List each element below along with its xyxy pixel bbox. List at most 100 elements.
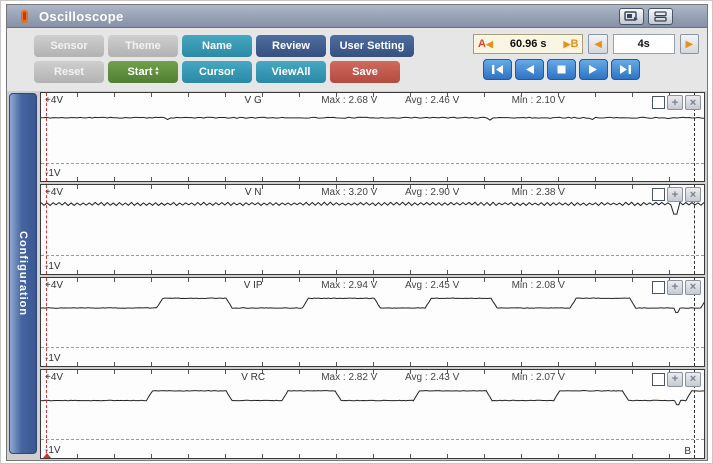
tick-marks-bottom (41, 270, 704, 274)
review-button[interactable]: Review (256, 35, 326, 57)
time-controls: A◀ 60.96 s ▶B ◀ 4s ▶ (473, 34, 699, 80)
channel-checkbox[interactable] (652, 96, 665, 109)
avg-value: Avg : 2.43 V (405, 372, 459, 383)
monitor-icon (624, 11, 639, 22)
channel-controls: + × (652, 280, 701, 295)
top-voltage-label: +4V (45, 187, 63, 198)
start-spinner-icon: ▴▾ (156, 67, 159, 77)
app-icon (19, 9, 30, 24)
channel-close-button[interactable]: × (685, 187, 701, 202)
skip-start-icon (491, 64, 504, 75)
rewind-button[interactable] (515, 59, 544, 80)
max-value: Max : 2.82 V (321, 372, 377, 383)
top-voltage-label: +4V (45, 280, 63, 291)
stop-button[interactable] (547, 59, 576, 80)
channel-expand-button[interactable]: + (667, 280, 683, 295)
channel-close-button[interactable]: × (685, 372, 701, 387)
channel-expand-button[interactable]: + (667, 372, 683, 387)
channel-expand-button[interactable]: + (667, 95, 683, 110)
channel-controls: + × (652, 372, 701, 387)
channel-checkbox[interactable] (652, 281, 665, 294)
ab-duration-field[interactable]: A◀ 60.96 s ▶B (473, 34, 583, 54)
skip-to-end-button[interactable] (611, 59, 640, 80)
channel-controls: + × (652, 187, 701, 202)
channel-close-button[interactable]: × (685, 95, 701, 110)
ab-duration-value: 60.96 s (510, 38, 547, 50)
skip-end-icon (619, 64, 632, 75)
channel-panel-vip: +4V V IP Max : 2.94 V Avg : 2.45 V Min :… (40, 277, 705, 367)
app-window: Oscilloscope Sensor Theme Name R (6, 4, 708, 461)
start-button-label: Start (127, 66, 152, 78)
zero-voltage-gridline (41, 439, 704, 440)
channel-name: V G (245, 95, 262, 106)
stacked-bars-icon (654, 11, 667, 22)
channel-close-button[interactable]: × (685, 280, 701, 295)
layout-window-button[interactable] (648, 8, 673, 25)
tick-marks-bottom (41, 177, 704, 181)
avg-value: Avg : 2.90 V (405, 187, 459, 198)
top-voltage-label: +4V (45, 95, 63, 106)
capture-window-button[interactable] (619, 8, 644, 25)
cursor-b-label: B (684, 446, 691, 457)
screenshot-margin: Oscilloscope Sensor Theme Name R (0, 0, 713, 464)
stop-icon (557, 65, 566, 74)
start-button[interactable]: Start ▴▾ (108, 61, 178, 83)
bottom-voltage-label: -1V (45, 168, 61, 179)
marker-b-group: ▶B (564, 38, 579, 50)
zero-voltage-gridline (41, 347, 704, 348)
reset-button[interactable]: Reset (34, 61, 104, 83)
marker-a-label: A (478, 38, 486, 50)
channel-name: V RC (241, 372, 265, 383)
window-increase-button[interactable]: ▶ (680, 34, 699, 54)
max-value: Max : 2.94 V (321, 280, 377, 291)
window-size-field[interactable]: 4s (613, 34, 675, 54)
min-value: Min : 2.07 V (512, 372, 565, 383)
theme-button[interactable]: Theme (108, 35, 178, 57)
user-setting-button[interactable]: User Setting (330, 35, 414, 57)
marker-a-arrow-icon: ◀ (486, 39, 493, 49)
time-range-row: A◀ 60.96 s ▶B ◀ 4s ▶ (473, 34, 699, 54)
viewall-button[interactable]: ViewAll (256, 61, 326, 83)
channel-expand-button[interactable]: + (667, 187, 683, 202)
window-decrease-button[interactable]: ◀ (588, 34, 607, 54)
rewind-icon (524, 64, 535, 75)
channel-controls: + × (652, 95, 701, 110)
play-button[interactable] (579, 59, 608, 80)
channel-panel-vrc: +4V V RC Max : 2.82 V Avg : 2.43 V Min :… (40, 369, 705, 459)
waveform-trace (41, 278, 704, 366)
tick-marks-bottom (41, 454, 704, 458)
skip-to-start-button[interactable] (483, 59, 512, 80)
max-value: Max : 2.68 V (321, 95, 377, 106)
name-button[interactable]: Name (182, 35, 252, 57)
configuration-tab[interactable]: Configuration (9, 93, 37, 454)
channel-checkbox[interactable] (652, 373, 665, 386)
channel-panels: +4V V G Max : 2.68 V Avg : 2.46 V Min : … (40, 92, 705, 459)
tick-marks-bottom (41, 362, 704, 366)
marker-a-group: A◀ (478, 38, 493, 50)
window-controls (619, 8, 673, 25)
waveform-trace (41, 370, 704, 458)
channel-name: V IP (244, 280, 263, 291)
zero-voltage-gridline (41, 255, 704, 256)
avg-value: Avg : 2.45 V (405, 280, 459, 291)
transport-controls (483, 59, 699, 80)
channel-checkbox[interactable] (652, 188, 665, 201)
bottom-voltage-label: -1V (45, 261, 61, 272)
window-title: Oscilloscope (39, 9, 124, 24)
title-bar: Oscilloscope (7, 5, 707, 28)
min-value: Min : 2.08 V (512, 280, 565, 291)
sensor-button[interactable]: Sensor (34, 35, 104, 57)
save-button[interactable]: Save (330, 61, 400, 83)
scope-main-area: Configuration +4V V G Max : 2.68 V Avg :… (7, 91, 707, 460)
cursor-button[interactable]: Cursor (182, 61, 252, 83)
bottom-voltage-label: -1V (45, 353, 61, 364)
waveform-trace (41, 185, 704, 273)
zero-voltage-gridline (41, 163, 704, 164)
channel-panel-vg: +4V V G Max : 2.68 V Avg : 2.46 V Min : … (40, 92, 705, 182)
top-voltage-label: +4V (45, 372, 63, 383)
toolbar: Sensor Theme Name Review User Setting Re… (7, 28, 707, 91)
min-value: Min : 2.10 V (512, 95, 565, 106)
min-value: Min : 2.38 V (512, 187, 565, 198)
channel-name: V N (245, 187, 262, 198)
bottom-voltage-label: -1V (45, 445, 61, 456)
